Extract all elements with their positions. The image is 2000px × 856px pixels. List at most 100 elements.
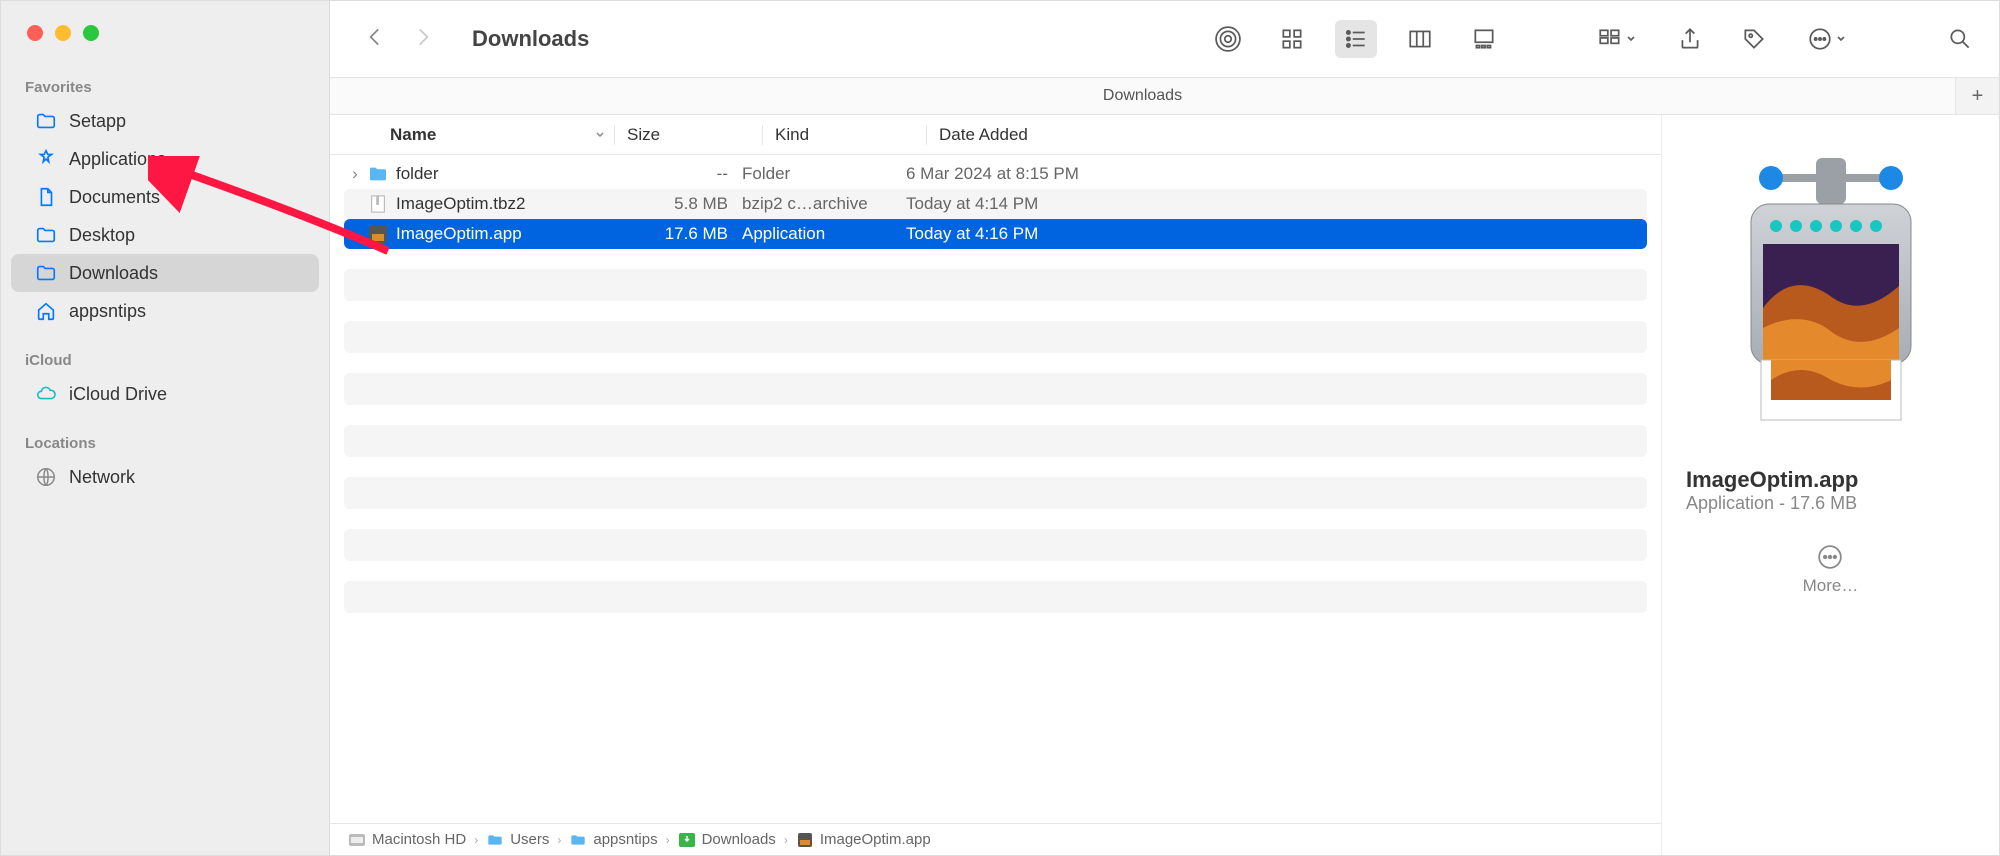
main-content: Downloads Downloads + — [330, 1, 1999, 855]
document-icon — [35, 186, 57, 208]
crumb-downloads[interactable]: Downloads — [678, 831, 776, 848]
preview-filename: ImageOptim.app — [1686, 467, 1858, 493]
close-button[interactable] — [27, 25, 43, 41]
tab-bar: Downloads + — [330, 77, 1999, 115]
sidebar-item-label: Downloads — [69, 263, 158, 284]
section-icloud: iCloud — [1, 348, 329, 375]
toolbar: Downloads — [330, 1, 1999, 77]
folder-icon — [35, 110, 57, 132]
back-button[interactable] — [362, 24, 388, 55]
sidebar-item-label: Documents — [69, 187, 160, 208]
crumb-users[interactable]: Users — [486, 831, 549, 848]
disclosure-icon[interactable]: › — [344, 164, 366, 184]
preview-icon — [1711, 143, 1951, 443]
crumb-file[interactable]: ImageOptim.app — [796, 831, 931, 848]
sidebar-item-downloads[interactable]: Downloads — [11, 254, 319, 292]
folder-icon — [569, 832, 587, 848]
col-size[interactable]: Size — [614, 125, 762, 145]
file-rows: › folder -- Folder 6 Mar 2024 at 8:15 PM… — [330, 155, 1661, 823]
folder-icon — [35, 262, 57, 284]
sidebar-item-label: Setapp — [69, 111, 126, 132]
file-row-folder[interactable]: › folder -- Folder 6 Mar 2024 at 8:15 PM — [344, 159, 1647, 189]
traffic-lights — [1, 25, 329, 75]
sidebar-item-setapp[interactable]: Setapp — [11, 102, 319, 140]
more-button[interactable]: More… — [1803, 544, 1859, 596]
view-icons-button[interactable] — [1271, 20, 1313, 58]
app-icon — [366, 224, 390, 244]
row-placeholder — [344, 425, 1647, 457]
sidebar-item-label: appsntips — [69, 301, 146, 322]
file-row-app[interactable]: ImageOptim.app 17.6 MB Application Today… — [344, 219, 1647, 249]
cloud-icon — [35, 383, 57, 405]
path-bar: Macintosh HD › Users › appsntips › Downl… — [330, 823, 1661, 855]
app-icon — [796, 832, 814, 848]
sidebar-item-label: Desktop — [69, 225, 135, 246]
row-placeholder — [344, 269, 1647, 301]
folder-icon — [366, 164, 390, 184]
sidebar-item-icloud-drive[interactable]: iCloud Drive — [11, 375, 319, 413]
sidebar-item-label: iCloud Drive — [69, 384, 167, 405]
row-placeholder — [344, 321, 1647, 353]
file-kind: Folder — [742, 164, 906, 184]
sidebar-item-label: Network — [69, 467, 135, 488]
home-icon — [35, 300, 57, 322]
download-folder-icon — [678, 832, 696, 848]
archive-icon — [366, 194, 390, 214]
sidebar-item-documents[interactable]: Documents — [11, 178, 319, 216]
folder-icon — [35, 224, 57, 246]
content-area: Name Size Kind Date Added › folder -- Fo… — [330, 115, 1999, 855]
view-gallery-button[interactable] — [1463, 20, 1505, 58]
airdrop-button[interactable] — [1207, 20, 1249, 58]
share-button[interactable] — [1669, 20, 1711, 58]
folder-icon — [486, 832, 504, 848]
globe-icon — [35, 466, 57, 488]
row-placeholder — [344, 477, 1647, 509]
file-kind: Application — [742, 224, 906, 244]
col-name[interactable]: Name — [378, 125, 614, 145]
minimize-button[interactable] — [55, 25, 71, 41]
tab-add-button[interactable]: + — [1955, 78, 1999, 114]
tags-button[interactable] — [1733, 20, 1775, 58]
file-date: Today at 4:16 PM — [906, 224, 1647, 244]
file-name: ImageOptim.app — [396, 224, 522, 244]
col-date[interactable]: Date Added — [926, 125, 1661, 145]
tab-downloads[interactable]: Downloads — [330, 78, 1955, 114]
view-list-button[interactable] — [1335, 20, 1377, 58]
sidebar-item-home[interactable]: appsntips — [11, 292, 319, 330]
group-button[interactable] — [1587, 20, 1647, 58]
maximize-button[interactable] — [83, 25, 99, 41]
crumb-home[interactable]: appsntips — [569, 831, 657, 848]
crumb-disk[interactable]: Macintosh HD — [348, 831, 466, 848]
file-date: 6 Mar 2024 at 8:15 PM — [906, 164, 1647, 184]
sidebar: Favorites Setapp Applications Documents … — [1, 1, 330, 855]
sidebar-item-network[interactable]: Network — [11, 458, 319, 496]
sidebar-item-desktop[interactable]: Desktop — [11, 216, 319, 254]
file-row-archive[interactable]: ImageOptim.tbz2 5.8 MB bzip2 c…archive T… — [344, 189, 1647, 219]
forward-button[interactable] — [410, 24, 436, 55]
location-title: Downloads — [472, 26, 589, 52]
actions-button[interactable] — [1797, 20, 1857, 58]
preview-subtitle: Application - 17.6 MB — [1686, 493, 1857, 514]
view-columns-button[interactable] — [1399, 20, 1441, 58]
file-name: ImageOptim.tbz2 — [396, 194, 525, 214]
section-locations: Locations — [1, 431, 329, 458]
column-headers: Name Size Kind Date Added — [330, 115, 1661, 155]
disk-icon — [348, 832, 366, 848]
file-size: -- — [624, 164, 742, 184]
search-button[interactable] — [1939, 20, 1981, 58]
sidebar-item-label: Applications — [69, 149, 166, 170]
sidebar-item-applications[interactable]: Applications — [11, 140, 319, 178]
file-date: Today at 4:14 PM — [906, 194, 1647, 214]
col-kind[interactable]: Kind — [762, 125, 926, 145]
file-name: folder — [396, 164, 439, 184]
row-placeholder — [344, 581, 1647, 613]
apps-icon — [35, 148, 57, 170]
file-list-pane: Name Size Kind Date Added › folder -- Fo… — [330, 115, 1661, 855]
preview-pane: ImageOptim.app Application - 17.6 MB Mor… — [1661, 115, 1999, 855]
section-favorites: Favorites — [1, 75, 329, 102]
row-placeholder — [344, 373, 1647, 405]
row-placeholder — [344, 529, 1647, 561]
file-size: 5.8 MB — [624, 194, 742, 214]
file-kind: bzip2 c…archive — [742, 194, 906, 214]
finder-window: Favorites Setapp Applications Documents … — [0, 0, 2000, 856]
